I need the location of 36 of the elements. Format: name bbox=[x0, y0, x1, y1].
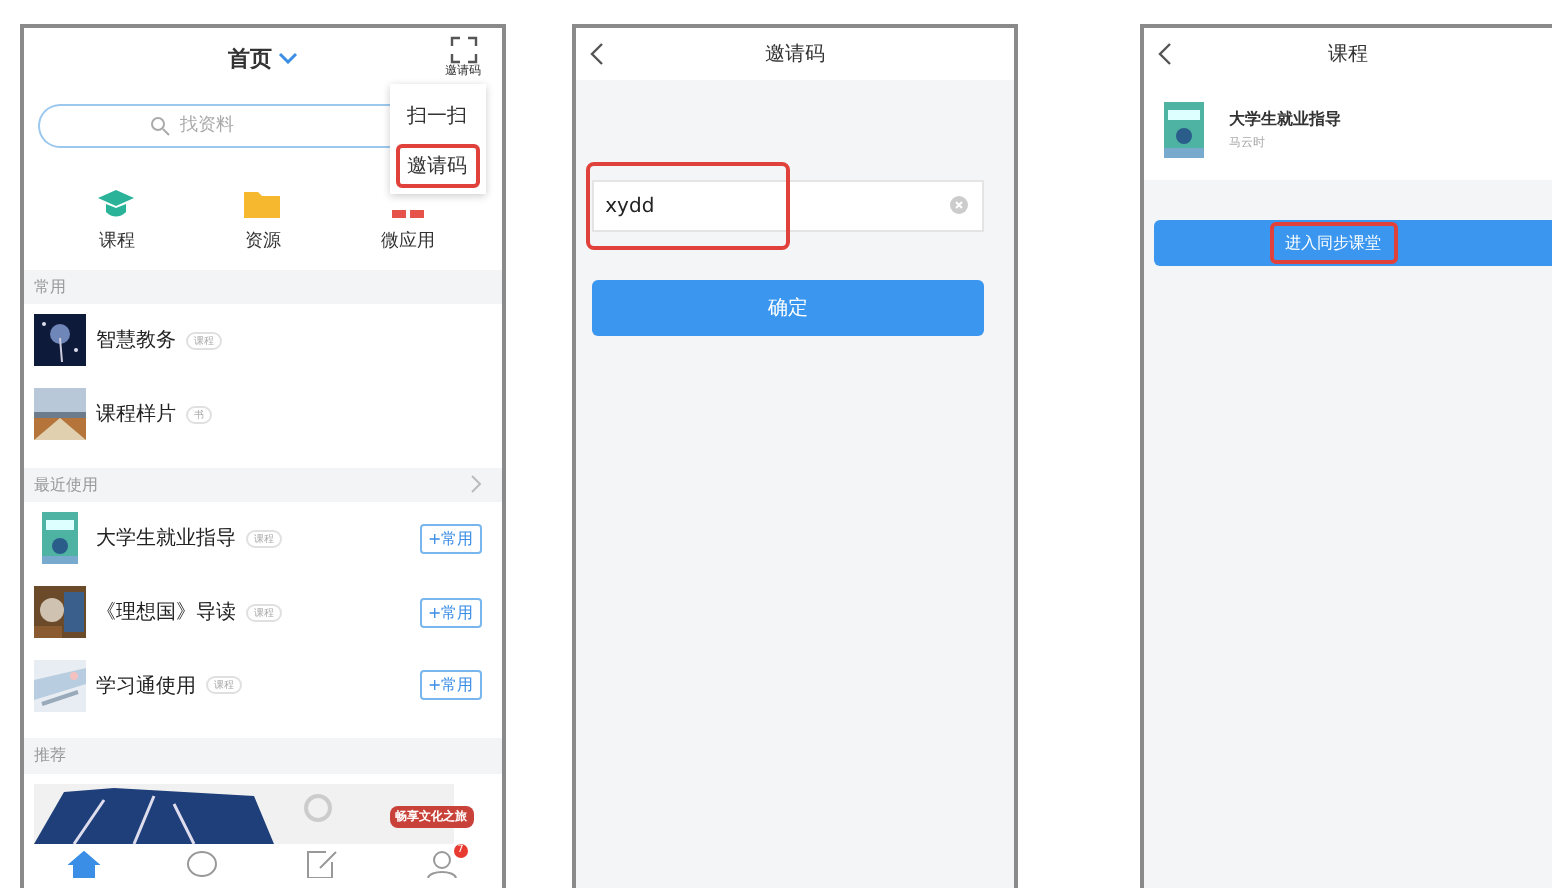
menu-item[interactable]: 邀请码 bbox=[395, 144, 480, 188]
graduation-cap-icon[interactable] bbox=[98, 189, 135, 218]
screen-title: 邀请码 bbox=[764, 41, 825, 68]
chevron-right-icon[interactable] bbox=[469, 474, 482, 495]
invite-code-field[interactable]: xydd bbox=[591, 180, 985, 232]
shortcut-label[interactable]: 微应用 bbox=[381, 227, 436, 254]
home-icon bbox=[67, 849, 100, 878]
person-icon bbox=[425, 849, 458, 878]
search-field[interactable]: 找资料 bbox=[38, 103, 390, 148]
search-icon bbox=[150, 115, 170, 136]
shortcut-label[interactable]: 资源 bbox=[244, 227, 281, 254]
section-title: 常用 bbox=[34, 275, 66, 298]
add-favorite-button[interactable]: +常用 bbox=[419, 523, 482, 554]
chat-icon bbox=[186, 849, 219, 878]
back-icon[interactable] bbox=[589, 42, 604, 66]
course-title: 大学生就业指导 bbox=[1228, 108, 1341, 130]
screen-title: 课程 bbox=[1328, 42, 1369, 68]
item-name[interactable]: 智慧教务 bbox=[96, 326, 176, 355]
add-favorite-button[interactable]: +常用 bbox=[419, 597, 482, 628]
apps-icon[interactable] bbox=[392, 209, 425, 218]
screen-title: 首页 bbox=[227, 43, 272, 74]
edit-icon bbox=[306, 849, 339, 878]
folder-icon[interactable] bbox=[244, 189, 281, 218]
item-name[interactable]: 大学生就业指导 bbox=[96, 524, 236, 553]
menu-item[interactable]: 扫一扫 bbox=[395, 94, 480, 138]
section-title: 最近使用 bbox=[34, 473, 98, 496]
add-favorite-button[interactable]: +常用 bbox=[419, 670, 482, 701]
shortcut-label[interactable]: 课程 bbox=[98, 227, 135, 254]
item-name[interactable]: 课程样片 bbox=[96, 400, 176, 429]
button-label: 进入同步课堂 bbox=[1269, 222, 1398, 264]
item-name[interactable]: 学习通使用 bbox=[96, 671, 196, 700]
section-title: 推荐 bbox=[34, 744, 66, 767]
scan-icon[interactable] bbox=[449, 36, 478, 64]
back-icon[interactable] bbox=[1158, 42, 1173, 66]
chevron-down-icon[interactable] bbox=[277, 52, 298, 65]
item-name[interactable]: 《理想国》导读 bbox=[96, 598, 236, 627]
